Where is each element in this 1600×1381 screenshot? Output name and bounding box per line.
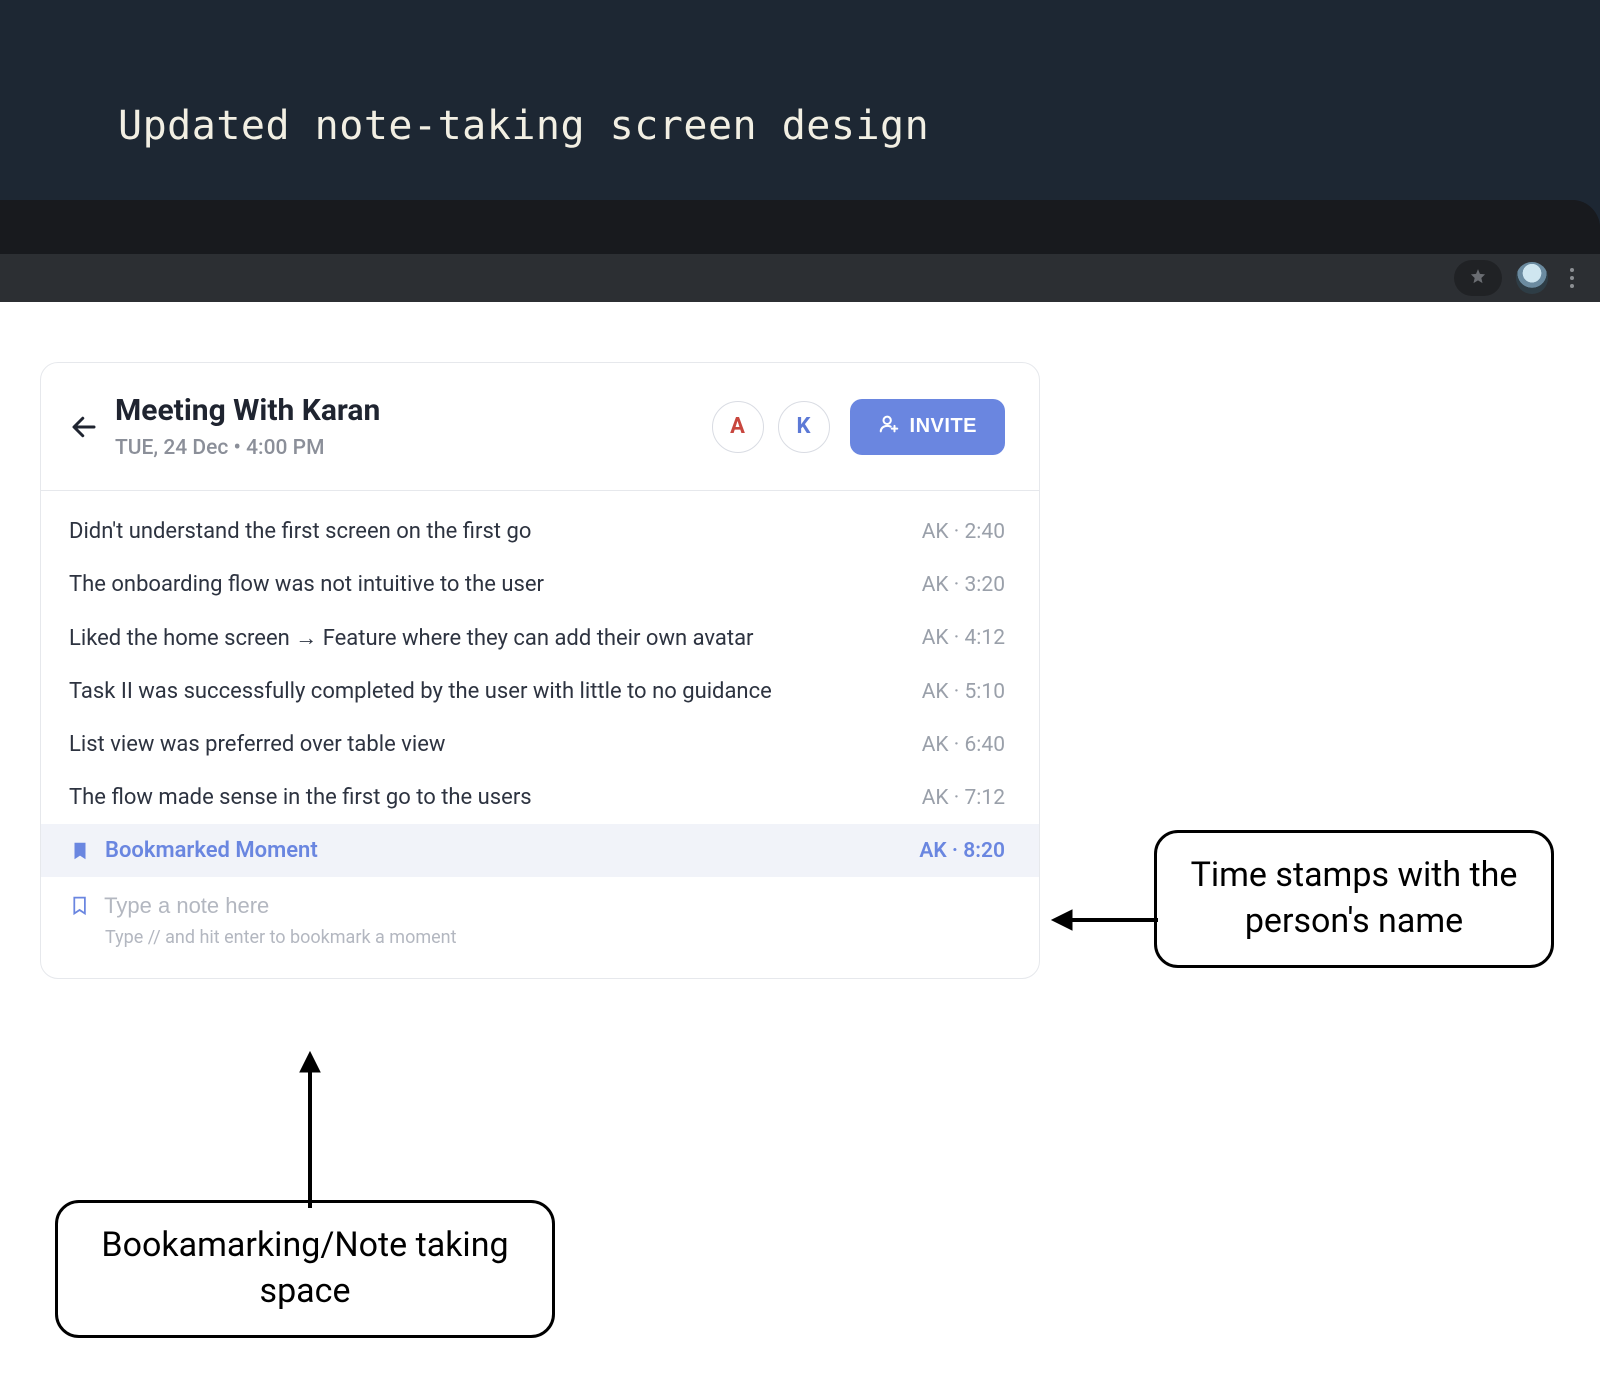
meeting-title: Meeting With Karan (115, 393, 712, 428)
note-row[interactable]: Didn't understand the first screen on th… (41, 505, 1039, 558)
bookmark-filled-icon (69, 840, 91, 862)
annotation-arrow-timestamps (1050, 900, 1160, 940)
note-row[interactable]: The flow made sense in the first go to t… (41, 771, 1039, 824)
bookmark-label: Bookmarked Moment (105, 838, 318, 863)
note-row[interactable]: List view was preferred over table view A… (41, 718, 1039, 771)
note-text: Didn't understand the first screen on th… (69, 519, 531, 544)
meeting-header: Meeting With Karan TUE, 24 Dec • 4:00 PM… (41, 363, 1039, 491)
note-meta: AK · 2:40 (922, 520, 1005, 544)
annotation-timestamps: Time stamps with the person's name (1154, 830, 1554, 968)
annotation-arrow-notespace (290, 1050, 330, 1210)
annotation-notespace: Bookamarking/Note taking space (55, 1200, 555, 1338)
note-text: List view was preferred over table view (69, 732, 445, 757)
bookmark-outline-icon (69, 895, 90, 917)
invite-icon (878, 413, 900, 441)
note-row[interactable]: Liked the home screen → Feature where th… (41, 611, 1039, 665)
note-meta: AK · 6:40 (922, 733, 1005, 757)
star-icon (1468, 266, 1488, 290)
bookmarked-moment-row[interactable]: Bookmarked Moment AK · 8:20 (41, 824, 1039, 877)
note-row[interactable]: Task II was successfully completed by th… (41, 665, 1039, 718)
bookmark-page-button[interactable] (1454, 260, 1502, 296)
note-meta: AK · 4:12 (922, 626, 1005, 650)
browser-menu-icon[interactable] (1562, 268, 1582, 288)
browser-tabstrip (0, 200, 1600, 254)
bookmark-meta: AK · 8:20 (919, 839, 1005, 863)
note-meta: AK · 7:12 (922, 786, 1005, 810)
back-button[interactable] (69, 412, 99, 442)
notes-list: Didn't understand the first screen on th… (41, 491, 1039, 824)
browser-toolbar (0, 254, 1600, 302)
note-text: The onboarding flow was not intuitive to… (69, 572, 544, 597)
note-input[interactable] (104, 893, 1005, 919)
attendee-badge[interactable]: A (712, 401, 764, 453)
note-meta: AK · 5:10 (922, 680, 1005, 704)
profile-avatar[interactable] (1516, 262, 1548, 294)
note-text: The flow made sense in the first go to t… (69, 785, 532, 810)
slide-title: Updated note-taking screen design (118, 103, 929, 149)
invite-button[interactable]: INVITE (850, 399, 1005, 455)
note-text: Liked the home screen → Feature where th… (69, 625, 754, 651)
note-row[interactable]: The onboarding flow was not intuitive to… (41, 558, 1039, 611)
note-input-hint: Type // and hit enter to bookmark a mome… (105, 927, 1005, 948)
attendee-list: AK (712, 401, 830, 453)
attendee-badge[interactable]: K (778, 401, 830, 453)
note-meta: AK · 3:20 (922, 573, 1005, 597)
note-input-block: Type // and hit enter to bookmark a mome… (41, 877, 1039, 978)
meeting-card: Meeting With Karan TUE, 24 Dec • 4:00 PM… (40, 362, 1040, 979)
meeting-subtitle: TUE, 24 Dec • 4:00 PM (115, 436, 712, 460)
note-text: Task II was successfully completed by th… (69, 679, 772, 704)
invite-label: INVITE (910, 415, 977, 438)
